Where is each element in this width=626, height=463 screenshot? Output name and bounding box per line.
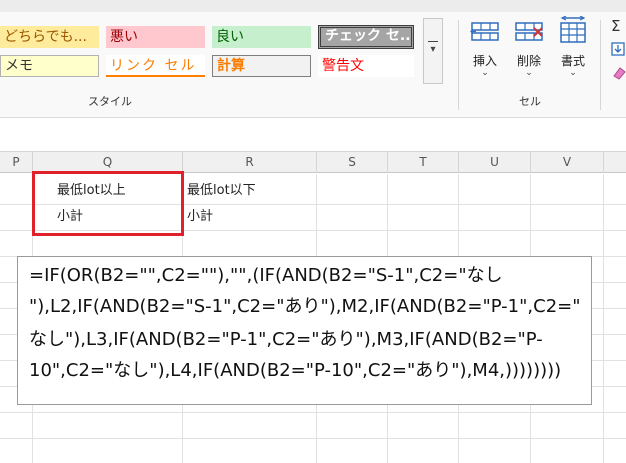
column-header-u[interactable]: U xyxy=(459,152,531,173)
column-header-r[interactable]: R xyxy=(183,152,317,173)
style-note[interactable]: メモ xyxy=(0,55,99,77)
group-separator xyxy=(600,20,601,110)
grid-line xyxy=(603,174,604,463)
style-bad[interactable]: 悪い xyxy=(106,26,205,48)
insert-cells-icon xyxy=(470,22,499,41)
formula-line: 10",C2="なし"),L4,IF(AND(B2="P-10",C2="あり"… xyxy=(29,360,562,381)
grid-line xyxy=(0,438,626,439)
format-cells-icon xyxy=(560,16,586,43)
formula-line: なし"),L3,IF(AND(B2="P-1",C2="あり"),M3,IF(A… xyxy=(29,329,543,350)
style-warning-text[interactable]: 警告文 xyxy=(318,55,414,77)
format-cells-button[interactable]: 書式 ⌄ xyxy=(554,16,592,82)
ribbon-top-strip xyxy=(0,0,626,12)
cells-group-label: セル xyxy=(519,95,541,108)
formula-textbox[interactable]: =IF(OR(B2="",C2=""),"",(IF(AND(B2="S-1",… xyxy=(17,256,592,405)
cell-r-subtotal[interactable]: 小計 xyxy=(187,207,213,227)
cell-r-min-lot-below[interactable]: 最低lot以下 xyxy=(187,181,256,201)
style-linked-cell[interactable]: リンク セル xyxy=(106,55,205,77)
column-header-q[interactable]: Q xyxy=(33,152,183,173)
chevron-down-icon: ⌄ xyxy=(569,68,577,78)
chevron-down-icon: ▾ xyxy=(430,44,436,55)
ribbon: どちらでも... 悪い 良い チェック セ... メモ リンク セル 計算 警告… xyxy=(0,0,626,118)
column-header-t[interactable]: T xyxy=(388,152,459,173)
formula-line: =IF(OR(B2="",C2=""),"",(IF(AND(B2="S-1",… xyxy=(29,265,503,286)
style-calculation[interactable]: 計算 xyxy=(212,55,311,77)
style-neutral[interactable]: どちらでも... xyxy=(0,26,99,48)
styles-group-label: スタイル xyxy=(88,95,132,108)
chevron-down-icon: ⌄ xyxy=(525,68,533,78)
gallery-bar-icon xyxy=(428,41,438,42)
column-header-v[interactable]: V xyxy=(531,152,604,173)
delete-cells-button[interactable]: 削除 ⌄ xyxy=(510,20,548,82)
clear-icon[interactable] xyxy=(611,66,626,80)
column-header-p[interactable]: P xyxy=(0,152,33,173)
styles-gallery-more-button[interactable]: ▾ xyxy=(423,18,443,84)
formula-line: "),L2,IF(AND(B2="S-1",C2="あり"),M2,IF(AND… xyxy=(29,296,581,317)
insert-label: 挿入 xyxy=(472,54,497,68)
fill-icon[interactable] xyxy=(611,42,626,56)
delete-cells-icon xyxy=(515,22,543,41)
insert-cells-button[interactable]: 挿入 ⌄ xyxy=(466,20,504,82)
style-check-cell[interactable]: チェック セ... xyxy=(318,25,414,49)
column-header-row: P Q R S T U V xyxy=(0,151,626,173)
autosum-icon[interactable]: Σ xyxy=(611,18,626,34)
style-good[interactable]: 良い xyxy=(212,26,311,48)
group-separator xyxy=(458,20,459,110)
column-header-s[interactable]: S xyxy=(317,152,388,173)
highlight-box xyxy=(32,171,184,236)
chevron-down-icon: ⌄ xyxy=(481,68,489,78)
grid-line xyxy=(0,412,626,413)
format-label: 書式 xyxy=(560,54,585,68)
delete-label: 削除 xyxy=(516,54,541,68)
